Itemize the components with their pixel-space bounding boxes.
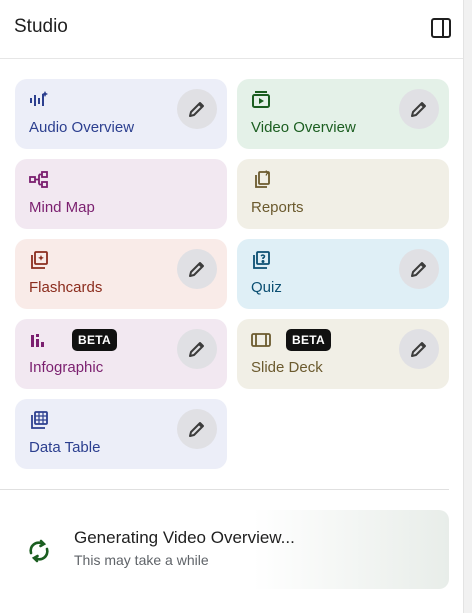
card-audio-overview[interactable]: Audio Overview	[15, 79, 227, 149]
pencil-icon	[189, 102, 204, 117]
edit-button[interactable]	[399, 329, 439, 369]
divider	[0, 489, 449, 490]
card-label: Slide Deck	[251, 359, 323, 376]
pencil-icon	[411, 262, 426, 277]
card-flashcards[interactable]: Flashcards	[15, 239, 227, 309]
card-label: Flashcards	[29, 279, 103, 296]
flashcards-icon	[29, 250, 49, 270]
studio-header: Studio	[0, 0, 463, 59]
card-mind-map[interactable]: Mind Map	[15, 159, 227, 229]
card-label: Video Overview	[251, 119, 356, 136]
card-quiz[interactable]: Quiz	[237, 239, 449, 309]
pencil-icon	[189, 342, 204, 357]
quiz-icon	[251, 250, 271, 270]
card-infographic[interactable]: BETA Infographic	[15, 319, 227, 389]
card-label: Audio Overview	[29, 119, 135, 136]
card-slide-deck[interactable]: BETA Slide Deck	[237, 319, 449, 389]
card-label: Infographic	[29, 359, 104, 376]
page-title: Studio	[14, 16, 68, 37]
edit-button[interactable]	[177, 329, 217, 369]
edit-button[interactable]	[399, 249, 439, 289]
sync-spinner-icon	[26, 538, 52, 564]
card-label: Reports	[251, 199, 304, 216]
pencil-icon	[411, 342, 426, 357]
card-data-table[interactable]: Data Table	[15, 399, 227, 469]
edit-button[interactable]	[177, 89, 217, 129]
scrollbar-track[interactable]	[464, 0, 472, 613]
card-label: Mind Map	[29, 199, 95, 216]
beta-badge: BETA	[286, 329, 331, 351]
edit-button[interactable]	[399, 89, 439, 129]
card-label: Quiz	[251, 279, 282, 296]
video-play-icon	[251, 90, 271, 110]
mind-map-icon	[29, 170, 49, 190]
reports-icon	[251, 170, 271, 190]
status-subtitle: This may take a while	[74, 552, 209, 568]
edit-button[interactable]	[177, 249, 217, 289]
card-video-overview[interactable]: Video Overview	[237, 79, 449, 149]
pencil-icon	[189, 422, 204, 437]
edit-button[interactable]	[177, 409, 217, 449]
data-table-icon	[29, 410, 49, 430]
slide-deck-icon	[251, 330, 271, 350]
beta-badge: BETA	[72, 329, 117, 351]
pencil-icon	[189, 262, 204, 277]
status-title: Generating Video Overview...	[74, 528, 295, 547]
card-reports[interactable]: Reports	[237, 159, 449, 229]
studio-panel: Studio Audio Overview Video Overview Min…	[0, 0, 464, 613]
audio-waveform-icon	[29, 90, 49, 110]
infographic-icon	[29, 330, 49, 350]
side-panel-icon[interactable]	[430, 17, 452, 39]
generation-status: Generating Video Overview... This may ta…	[14, 510, 449, 589]
card-label: Data Table	[29, 439, 101, 456]
pencil-icon	[411, 102, 426, 117]
